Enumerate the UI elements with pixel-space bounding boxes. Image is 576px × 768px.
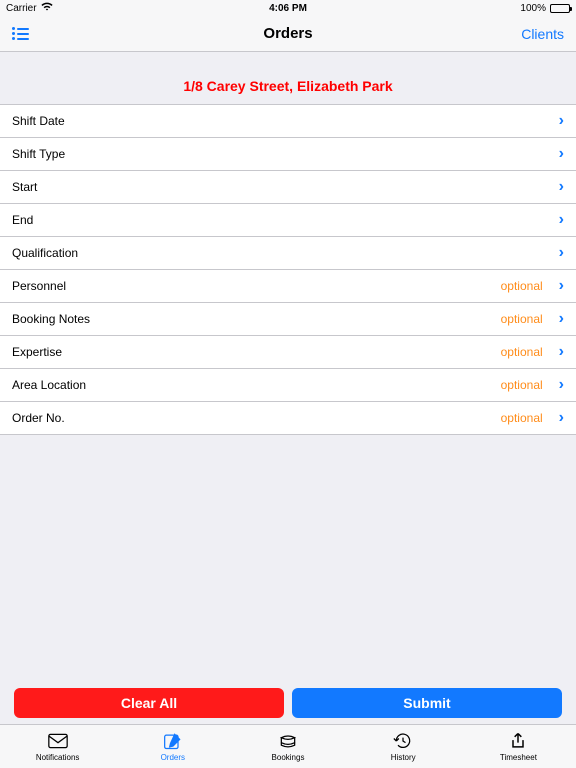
button-row: Clear All Submit bbox=[0, 688, 576, 718]
tab-orders[interactable]: Orders bbox=[115, 725, 230, 768]
row-value: optional bbox=[501, 378, 543, 392]
battery-icon bbox=[550, 4, 570, 13]
chevron-right-icon: › bbox=[559, 112, 564, 130]
clear-all-button[interactable]: Clear All bbox=[14, 688, 284, 718]
row-label: Area Location bbox=[12, 378, 501, 392]
row-booking-notes[interactable]: Booking Notes optional › bbox=[0, 303, 576, 336]
chevron-right-icon: › bbox=[559, 310, 564, 328]
row-label: Personnel bbox=[12, 279, 501, 293]
history-icon bbox=[393, 732, 413, 752]
row-qualification[interactable]: Qualification › bbox=[0, 237, 576, 270]
row-value: optional bbox=[501, 345, 543, 359]
row-shift-type[interactable]: Shift Type › bbox=[0, 138, 576, 171]
chevron-right-icon: › bbox=[559, 178, 564, 196]
row-end[interactable]: End › bbox=[0, 204, 576, 237]
row-value: optional bbox=[501, 279, 543, 293]
page-title: Orders bbox=[263, 25, 312, 42]
tab-label: Orders bbox=[161, 753, 185, 762]
battery-percent: 100% bbox=[520, 3, 546, 14]
tab-history[interactable]: History bbox=[346, 725, 461, 768]
book-stack-icon bbox=[278, 732, 298, 752]
tab-label: Timesheet bbox=[500, 753, 537, 762]
row-label: Order No. bbox=[12, 411, 501, 425]
form-list: Shift Date › Shift Type › Start › End › … bbox=[0, 104, 576, 435]
row-label: Shift Date bbox=[12, 114, 543, 128]
chevron-right-icon: › bbox=[559, 244, 564, 262]
row-area-location[interactable]: Area Location optional › bbox=[0, 369, 576, 402]
tab-bookings[interactable]: Bookings bbox=[230, 725, 345, 768]
row-start[interactable]: Start › bbox=[0, 171, 576, 204]
wifi-icon bbox=[41, 2, 53, 14]
tab-label: History bbox=[391, 753, 416, 762]
nav-bar: Orders Clients bbox=[0, 16, 576, 52]
row-label: Qualification bbox=[12, 246, 543, 260]
tab-notifications[interactable]: Notifications bbox=[0, 725, 115, 768]
row-personnel[interactable]: Personnel optional › bbox=[0, 270, 576, 303]
row-label: Booking Notes bbox=[12, 312, 501, 326]
submit-button[interactable]: Submit bbox=[292, 688, 562, 718]
clients-link[interactable]: Clients bbox=[521, 26, 564, 42]
tab-label: Notifications bbox=[36, 753, 80, 762]
row-label: Start bbox=[12, 180, 543, 194]
menu-list-icon[interactable] bbox=[12, 27, 29, 40]
envelope-icon bbox=[48, 732, 68, 752]
status-bar: Carrier 4:06 PM 100% bbox=[0, 0, 576, 16]
row-value: optional bbox=[501, 312, 543, 326]
chevron-right-icon: › bbox=[559, 376, 564, 394]
share-icon bbox=[508, 732, 528, 752]
row-label: Expertise bbox=[12, 345, 501, 359]
carrier-label: Carrier bbox=[6, 3, 37, 14]
tab-timesheet[interactable]: Timesheet bbox=[461, 725, 576, 768]
row-label: End bbox=[12, 213, 543, 227]
status-time: 4:06 PM bbox=[269, 3, 307, 14]
tab-bar: Notifications Orders Bookings History Ti… bbox=[0, 724, 576, 768]
row-order-no[interactable]: Order No. optional › bbox=[0, 402, 576, 435]
chevron-right-icon: › bbox=[559, 277, 564, 295]
chevron-right-icon: › bbox=[559, 145, 564, 163]
chevron-right-icon: › bbox=[559, 343, 564, 361]
chevron-right-icon: › bbox=[559, 211, 564, 229]
address-header: 1/8 Carey Street, Elizabeth Park bbox=[0, 52, 576, 104]
compose-icon bbox=[163, 732, 183, 752]
row-value: optional bbox=[501, 411, 543, 425]
row-label: Shift Type bbox=[12, 147, 543, 161]
row-shift-date[interactable]: Shift Date › bbox=[0, 105, 576, 138]
row-expertise[interactable]: Expertise optional › bbox=[0, 336, 576, 369]
tab-label: Bookings bbox=[272, 753, 305, 762]
chevron-right-icon: › bbox=[559, 409, 564, 427]
